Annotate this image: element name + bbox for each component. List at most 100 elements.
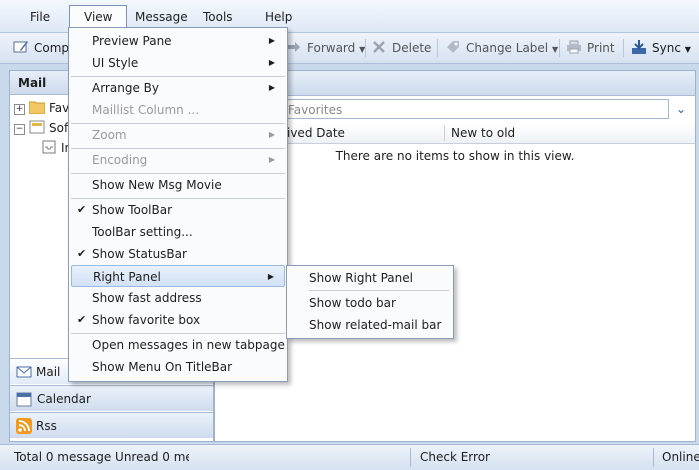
toolbar-separator (559, 39, 560, 57)
menu-item-label: Zoom (92, 128, 127, 142)
menu-item-label: Show ToolBar (92, 203, 173, 217)
menu-item-label: Right Panel (93, 270, 161, 284)
status-message-counts: Total 0 message Unread 0 messa (14, 450, 189, 464)
menu-message[interactable]: Message (131, 8, 192, 26)
tree-item-software[interactable]: − Soft (14, 118, 73, 138)
menu-item-show-statusbar[interactable]: ✔ Show StatusBar (71, 243, 285, 265)
sync-icon (632, 40, 646, 54)
chevron-down-icon: ▼ (551, 45, 559, 54)
collapse-icon[interactable]: − (14, 124, 25, 135)
checkmark-icon: ✔ (77, 247, 87, 260)
menu-item-show-fast-address[interactable]: Show fast address (71, 287, 285, 309)
status-bar: Total 0 message Unread 0 messa Check Err… (0, 444, 699, 470)
menu-item-show-toolbar[interactable]: ✔ Show ToolBar (71, 199, 285, 221)
chevron-down-icon: ▼ (684, 45, 691, 54)
folder-icon (28, 101, 46, 115)
tag-icon (447, 41, 459, 53)
checkmark-icon: ✔ (77, 203, 87, 216)
menu-item-right-panel[interactable]: Right Panel ▶ (71, 265, 285, 287)
compose-icon (13, 41, 28, 53)
search-options-icon[interactable]: ⌄ (671, 99, 691, 119)
delete-label: Delete (392, 41, 432, 55)
delete-icon (373, 41, 385, 53)
menu-item-open-in-new-tab[interactable]: Open messages in new tabpage (71, 334, 285, 356)
menu-file[interactable]: File (26, 8, 54, 26)
nav-calendar-button[interactable]: Calendar (10, 385, 213, 411)
toolbar-separator (623, 39, 624, 57)
menu-item-label: Arrange By (92, 81, 159, 95)
menu-item-label: Show favorite box (92, 313, 201, 327)
submenu-arrow-icon: ▶ (268, 155, 275, 164)
menu-item-toolbar-setting[interactable]: ToolBar setting... (71, 221, 285, 243)
menu-item-show-new-msg-movie[interactable]: Show New Msg Movie (71, 174, 285, 196)
submenu-item-show-todo-bar[interactable]: Show todo bar (289, 292, 451, 314)
print-button[interactable]: Print (566, 39, 615, 57)
column-divider[interactable] (444, 125, 445, 141)
menu-item-encoding[interactable]: Encoding ▶ (71, 149, 285, 171)
nav-calendar-label: Calendar (37, 392, 91, 406)
status-online: Online (662, 450, 699, 464)
column-received-date[interactable]: ived Date (287, 123, 345, 143)
sync-label: Sync (652, 41, 681, 55)
menu-item-maillist-column[interactable]: Maillist Column ... (71, 99, 285, 121)
compose-button[interactable]: Comp (13, 39, 69, 57)
menu-view[interactable]: View (69, 5, 128, 28)
menu-item-label: Show StatusBar (92, 247, 187, 261)
submenu-arrow-icon: ▶ (267, 272, 274, 281)
column-sort-order[interactable]: New to old (451, 123, 515, 143)
forward-button[interactable]: Forward ▼ (286, 39, 365, 57)
account-icon (29, 120, 45, 134)
menu-separator (309, 290, 449, 291)
change-label-label: Change Label (466, 41, 549, 55)
inbox-icon (42, 140, 56, 154)
menu-item-label: Encoding (92, 153, 148, 167)
menu-item-label: Show New Msg Movie (92, 178, 222, 192)
menu-item-label: Show fast address (92, 291, 202, 305)
submenu-arrow-icon: ▶ (268, 83, 275, 92)
menu-item-preview-pane[interactable]: Preview Pane ▶ (71, 30, 285, 52)
menu-item-show-menu-on-titlebar[interactable]: Show Menu On TitleBar (71, 356, 285, 378)
menu-item-label: ToolBar setting... (92, 225, 193, 239)
expand-icon[interactable]: + (14, 104, 25, 115)
mail-icon (16, 366, 32, 378)
forward-icon (288, 42, 300, 52)
menu-item-label: UI Style (92, 56, 139, 70)
menu-item-label: Preview Pane (92, 34, 172, 48)
search-input[interactable]: Favorites (221, 99, 669, 119)
menu-item-zoom[interactable]: Zoom ▶ (71, 124, 285, 146)
submenu-arrow-icon: ▶ (268, 58, 275, 67)
status-divider (653, 448, 654, 467)
toolbar-separator (437, 39, 438, 57)
menu-item-arrange-by[interactable]: Arrange By ▶ (71, 77, 285, 99)
nav-rss-label: Rss (36, 419, 57, 433)
checkmark-icon: ✔ (77, 313, 87, 326)
tree-item-favorites[interactable]: + Fav (14, 98, 69, 118)
submenu-item-show-right-panel[interactable]: Show Right Panel (289, 267, 451, 289)
menu-item-ui-style[interactable]: UI Style ▶ (71, 52, 285, 74)
delete-button[interactable]: Delete (371, 39, 431, 57)
sync-button[interactable]: Sync ▼ (631, 39, 691, 57)
menu-item-label: Show related-mail bar (309, 318, 442, 332)
tree-item-label: Fav (49, 101, 70, 115)
status-check-error[interactable]: Check Error (420, 445, 490, 470)
forward-label: Forward (307, 41, 356, 55)
menu-item-label: Maillist Column ... (92, 103, 200, 117)
menu-tools[interactable]: Tools (199, 8, 237, 26)
nav-mail-label: Mail (36, 365, 61, 379)
calendar-icon (16, 392, 32, 407)
menu-item-label: Show todo bar (309, 296, 396, 310)
view-menu: Preview Pane ▶ UI Style ▶ Arrange By ▶ Mail… (68, 27, 288, 382)
change-label-button[interactable]: Change Label ▼ (445, 39, 558, 57)
submenu-item-show-related-mail-bar[interactable]: Show related-mail bar (289, 314, 451, 336)
status-divider (410, 448, 411, 467)
menu-item-label: Show Menu On TitleBar (92, 360, 233, 374)
toolbar-separator (365, 39, 366, 57)
menu-item-show-favorite-box[interactable]: ✔ Show favorite box (71, 309, 285, 331)
printer-icon (567, 40, 581, 54)
menu-item-label: Open messages in new tabpage (92, 338, 285, 352)
submenu-arrow-icon: ▶ (268, 36, 275, 45)
print-label: Print (587, 41, 615, 55)
nav-rss-button[interactable]: Rss (10, 412, 213, 438)
menu-item-label: Show Right Panel (309, 271, 413, 285)
menu-help[interactable]: Help (261, 8, 296, 26)
